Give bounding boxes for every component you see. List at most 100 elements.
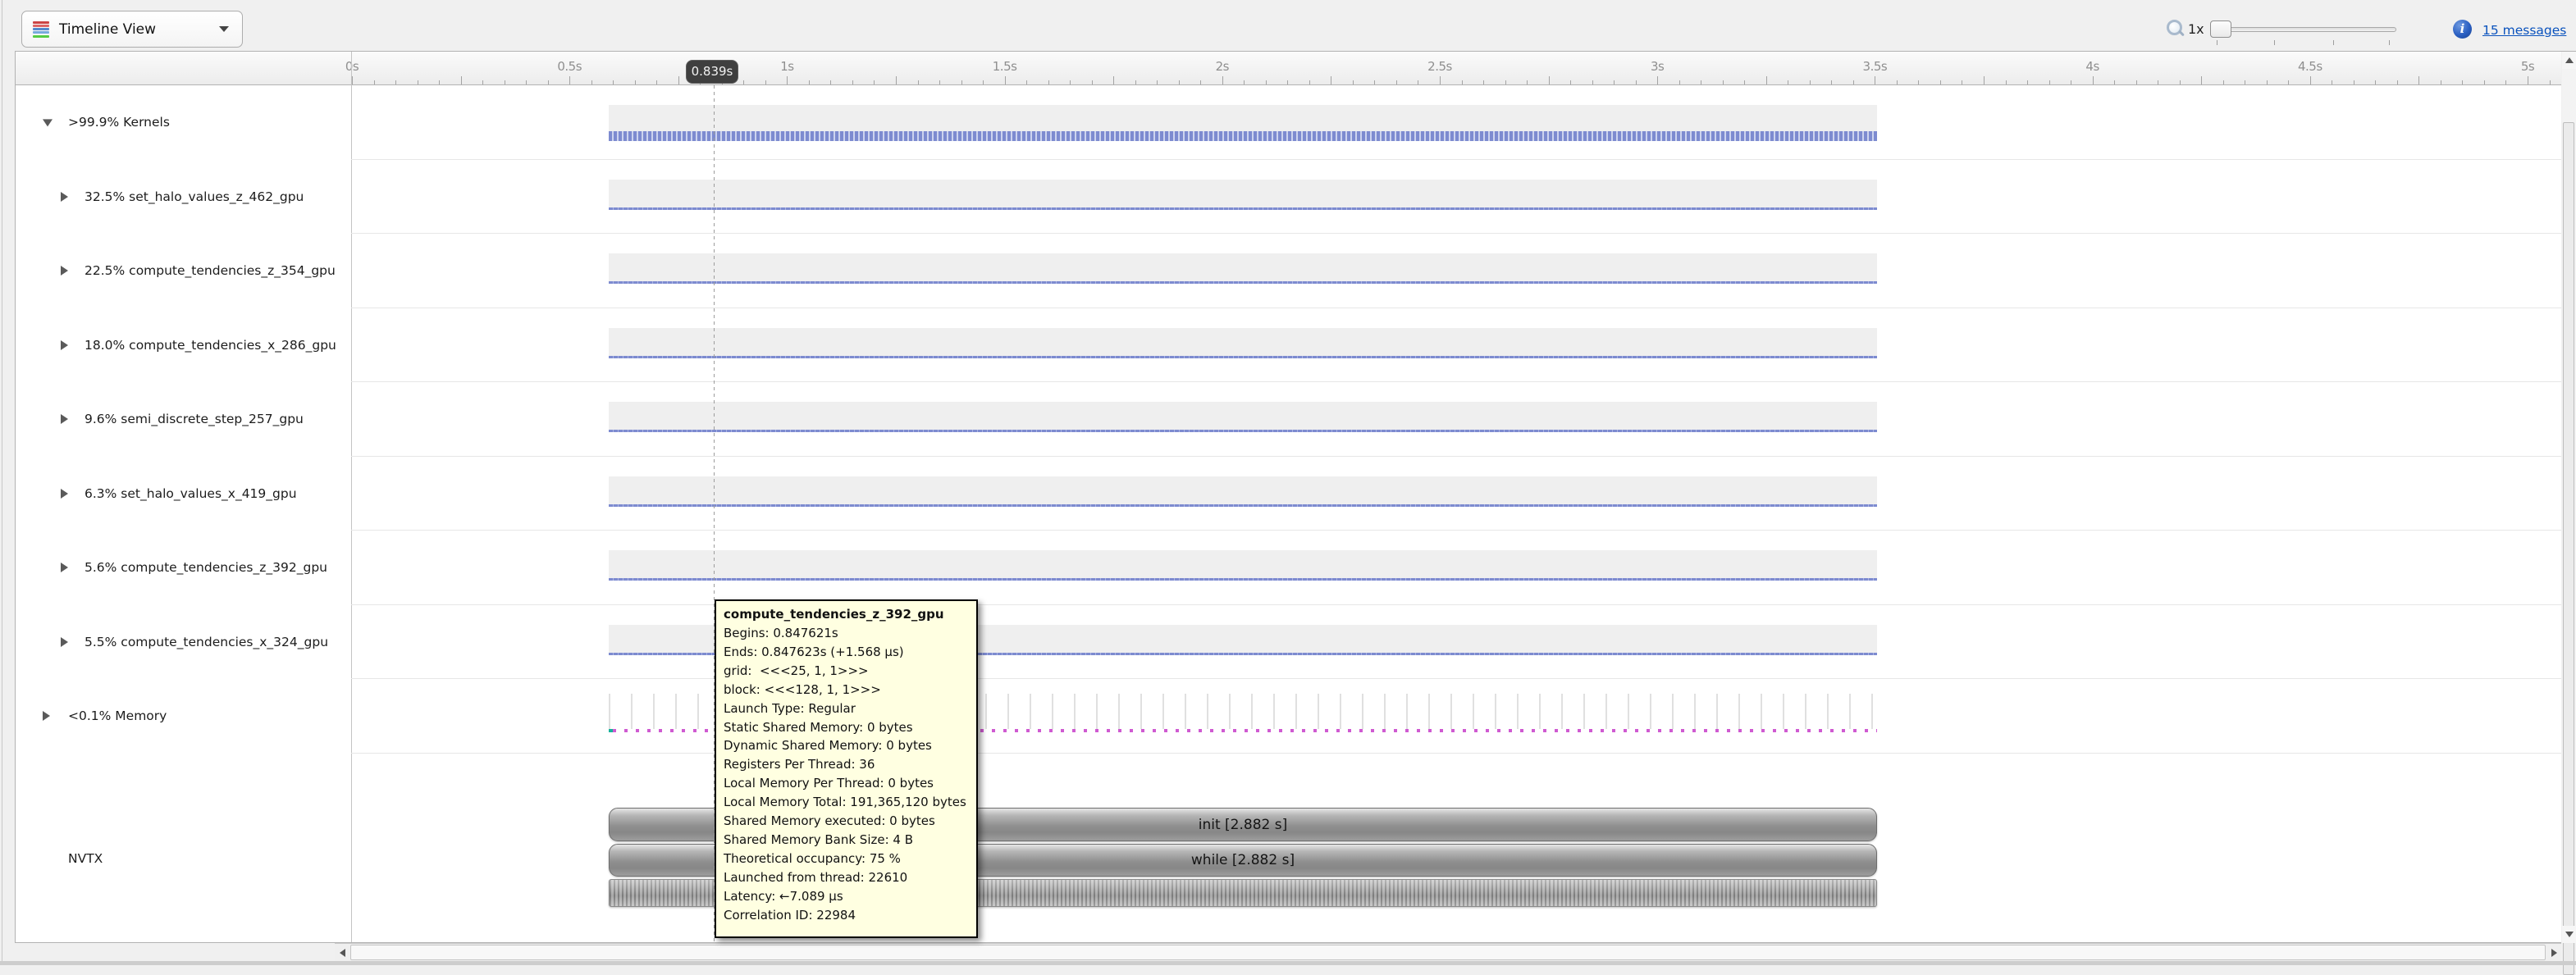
ruler-tick xyxy=(2201,76,2202,84)
ruler-tick xyxy=(613,80,614,84)
tooltip-line: Launched from thread: 22610 xyxy=(724,868,969,887)
ruler-tick xyxy=(918,80,919,84)
ruler-tick xyxy=(2505,80,2506,84)
expander-icon[interactable] xyxy=(61,192,68,202)
tooltip-line: Theoretical occupancy: 75 % xyxy=(724,850,969,868)
tree-row-kernel-3[interactable]: 18.0% compute_tendencies_x_286_gpu xyxy=(15,308,351,382)
horizontal-scrollbar[interactable] xyxy=(335,943,2561,961)
view-selector-dropdown[interactable]: Timeline View xyxy=(21,11,243,48)
zoom-slider-handle[interactable] xyxy=(2210,21,2231,38)
ruler-tick xyxy=(983,80,984,84)
tree-timeline-divider[interactable] xyxy=(351,52,352,942)
kernel-events-line[interactable] xyxy=(609,356,1877,358)
expander-icon[interactable] xyxy=(61,340,68,350)
ruler-time-label: 1s xyxy=(780,59,793,74)
tooltip-line: Latency: ←7.089 µs xyxy=(724,887,969,906)
timeline-ruler[interactable]: 0s0.5s1s1.5s2s2.5s3s3.5s4s4.5s5s xyxy=(16,52,2561,85)
ruler-tick xyxy=(743,80,744,84)
ruler-tick xyxy=(2093,76,2094,84)
kernel-events-line[interactable] xyxy=(609,207,1877,210)
zoom-slider-track[interactable] xyxy=(2212,27,2396,32)
tree-row-label: 18.0% compute_tendencies_x_286_gpu xyxy=(84,338,336,353)
time-marker-badge[interactable]: 0.839s xyxy=(686,60,738,84)
ruler-tick xyxy=(1831,80,1832,84)
ruler-tick xyxy=(1592,80,1593,84)
info-icon[interactable]: i xyxy=(2453,20,2472,39)
ruler-tick xyxy=(1505,80,1506,84)
ruler-tick xyxy=(1570,80,1571,84)
tree-row-kernel-7[interactable]: 5.5% compute_tendencies_x_324_gpu xyxy=(15,605,351,679)
row-divider xyxy=(351,678,2561,679)
tree-row-kernels[interactable]: >99.9% Kernels xyxy=(15,85,351,159)
toolbar: Timeline View 1x i 15 messages xyxy=(0,0,2576,51)
arrow-right-icon xyxy=(2551,949,2557,957)
row-divider xyxy=(351,381,2561,382)
tree-row-kernel-5[interactable]: 6.3% set_halo_values_x_419_gpu xyxy=(15,457,351,531)
scroll-left-button[interactable] xyxy=(335,944,349,961)
expander-icon[interactable] xyxy=(61,266,68,276)
expander-icon[interactable] xyxy=(43,711,50,721)
expander-icon[interactable] xyxy=(61,489,68,499)
ruler-tick xyxy=(961,80,962,84)
ruler-tick xyxy=(1266,80,1267,84)
ruler-tick xyxy=(2288,80,2289,84)
ruler-tick xyxy=(1157,80,1158,84)
ruler-tick xyxy=(2136,80,2137,84)
ruler-tick xyxy=(1135,80,1136,84)
ruler-time-label: 2.5s xyxy=(1427,59,1452,74)
ruler-tick xyxy=(1527,80,1528,84)
scroll-down-button[interactable] xyxy=(2562,926,2576,943)
tree-row-kernel-4[interactable]: 9.6% semi_discrete_step_257_gpu xyxy=(15,382,351,456)
kernel-row-band xyxy=(609,328,1877,356)
row-divider xyxy=(351,159,2561,160)
tooltip-line: Ends: 0.847623s (+1.568 µs) xyxy=(724,643,969,662)
tree-row-kernel-1[interactable]: 32.5% set_halo_values_z_462_gpu xyxy=(15,160,351,234)
tooltip-line: Shared Memory Bank Size: 4 B xyxy=(724,831,969,850)
ruler-tick xyxy=(439,80,440,84)
tooltip-line: Static Shared Memory: 0 bytes xyxy=(724,718,969,737)
tooltip-line: block: <<<128, 1, 1>>> xyxy=(724,681,969,699)
ruler-tick xyxy=(1614,80,1615,84)
ruler-tick xyxy=(1897,80,1898,84)
slider-tick xyxy=(2274,40,2275,45)
ruler-tick xyxy=(548,80,549,84)
ruler-tick xyxy=(656,80,657,84)
kernel-events-line[interactable] xyxy=(609,504,1877,507)
kernel-events-line[interactable] xyxy=(609,430,1877,432)
kernel-events-line[interactable] xyxy=(609,281,1877,284)
ruler-tick xyxy=(1984,76,1985,84)
expander-icon[interactable] xyxy=(61,414,68,424)
horizontal-scrollbar-thumb[interactable] xyxy=(350,945,2546,960)
ruler-tick xyxy=(1723,80,1724,84)
ruler-time-label: 4s xyxy=(2085,59,2099,74)
ruler-tick xyxy=(2006,80,2007,84)
ruler-tick xyxy=(569,76,570,84)
ruler-tick xyxy=(874,80,875,84)
kernel-events-strip[interactable] xyxy=(609,131,1877,141)
tree-row-label: 9.6% semi_discrete_step_257_gpu xyxy=(84,412,304,426)
expander-icon[interactable] xyxy=(43,119,53,126)
messages-link[interactable]: 15 messages xyxy=(2482,23,2566,38)
tree-row-memory[interactable]: <0.1% Memory xyxy=(15,679,351,753)
ruler-tick xyxy=(1940,80,1941,84)
tree-row-kernel-6[interactable]: 5.6% compute_tendencies_z_392_gpu xyxy=(15,531,351,604)
kernel-events-line[interactable] xyxy=(609,578,1877,581)
vertical-scrollbar-thumb[interactable] xyxy=(2563,122,2574,975)
expander-icon[interactable] xyxy=(61,563,68,572)
ruler-tick xyxy=(1636,80,1637,84)
vertical-scrollbar[interactable] xyxy=(2562,52,2576,943)
ruler-tick xyxy=(2027,80,2028,84)
tree-row-kernel-2[interactable]: 22.5% compute_tendencies_z_354_gpu xyxy=(15,234,351,308)
scroll-right-button[interactable] xyxy=(2546,944,2561,961)
ruler-tick xyxy=(830,80,831,84)
ruler-tick xyxy=(896,76,897,84)
expander-icon[interactable] xyxy=(61,637,68,647)
tree-row-label: <0.1% Memory xyxy=(68,708,167,723)
ruler-tick xyxy=(2223,80,2224,84)
ruler-tick xyxy=(2550,80,2551,84)
ruler-tick xyxy=(1810,80,1811,84)
memory-first-event-dot[interactable] xyxy=(609,729,613,732)
timeline-view-icon xyxy=(33,21,49,38)
ruler-tick xyxy=(852,80,853,84)
scroll-up-button[interactable] xyxy=(2562,52,2576,69)
